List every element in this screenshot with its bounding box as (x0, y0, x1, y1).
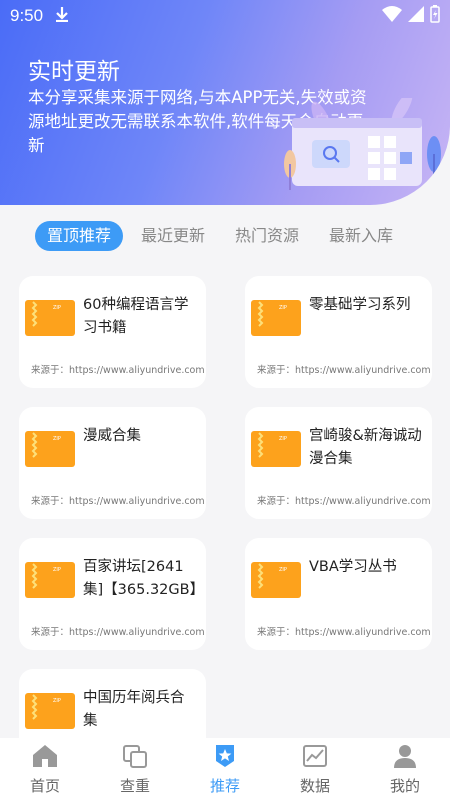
folder-icon: ZIP (25, 562, 75, 602)
folder-icon: ZIP (251, 562, 301, 602)
hero-title: 实时更新 (28, 58, 120, 84)
nav-duplicate-check[interactable]: 查重 (90, 738, 180, 800)
svg-text:ZIP: ZIP (279, 305, 287, 311)
resource-source: 来源于：https://www.aliyundrive.com (31, 365, 205, 376)
resource-name: 60种编程语言学习书籍 (83, 297, 189, 336)
status-time: 9:50 (10, 6, 44, 25)
svg-text:ZIP: ZIP (53, 436, 61, 442)
download-icon (55, 6, 69, 26)
resource-source: 来源于：https://www.aliyundrive.com (31, 496, 205, 507)
folder-icon: ZIP (25, 693, 75, 733)
folder-icon: ZIP (25, 300, 75, 340)
resource-card[interactable]: ZIP 百家讲坛[2641集]【365.32GB】 来源于：https://ww… (19, 538, 206, 650)
nav-mine[interactable]: 我的 (360, 738, 450, 800)
search-window-illustration (284, 98, 441, 190)
svg-text:ZIP: ZIP (279, 567, 287, 573)
nav-label: 查重 (119, 777, 150, 795)
category-tabs: 置顶推荐 最近更新 热门资源 最新入库 (0, 218, 450, 254)
battery-icon (430, 5, 440, 27)
svg-text:ZIP: ZIP (53, 698, 61, 704)
folder-icon: ZIP (251, 431, 301, 471)
resource-name: 零基础学习系列 (309, 297, 411, 313)
resource-card[interactable]: ZIP VBA学习丛书 来源于：https://www.aliyundrive.… (245, 538, 432, 650)
tab-recent[interactable]: 最近更新 (141, 221, 205, 251)
resource-source: 来源于：https://www.aliyundrive.com (257, 365, 431, 376)
resource-source: 来源于：https://www.aliyundrive.com (257, 496, 431, 507)
svg-text:ZIP: ZIP (279, 436, 287, 442)
signal-icon (408, 6, 424, 26)
resource-source: 来源于：https://www.aliyundrive.com (31, 627, 205, 638)
nav-label: 首页 (29, 777, 60, 795)
chart-icon (302, 744, 328, 772)
tab-pinned[interactable]: 置顶推荐 (35, 221, 124, 251)
svg-text:ZIP: ZIP (53, 567, 61, 573)
nav-label: 推荐 (209, 777, 240, 795)
resource-card[interactable]: ZIP 宫崎骏&新海诚动漫合集 来源于：https://www.aliyundr… (245, 407, 432, 519)
badge-star-icon (213, 744, 237, 772)
wifi-icon (382, 6, 402, 26)
resource-card[interactable]: ZIP 零基础学习系列 来源于：https://www.aliyundrive.… (245, 276, 432, 388)
folder-icon: ZIP (25, 431, 75, 471)
tab-popular[interactable]: 热门资源 (235, 221, 299, 251)
resource-name: 百家讲坛[2641集]【365.32GB】 (83, 559, 205, 598)
user-icon (393, 744, 417, 772)
nav-home[interactable]: 首页 (0, 738, 90, 800)
nav-label: 我的 (389, 777, 420, 795)
status-bar: 9:50 (0, 0, 450, 32)
bottom-navigation: 首页 查重 推荐 数据 我的 (0, 738, 450, 800)
tab-newest[interactable]: 最新入库 (329, 221, 393, 251)
resource-name: VBA学习丛书 (309, 559, 397, 575)
copy-icon (122, 744, 148, 772)
svg-text:ZIP: ZIP (53, 305, 61, 311)
home-icon (32, 744, 58, 772)
folder-icon: ZIP (251, 300, 301, 340)
resource-name: 中国历年阅兵合集 (83, 690, 185, 729)
resource-name: 宫崎骏&新海诚动漫合集 (309, 428, 422, 467)
nav-data[interactable]: 数据 (270, 738, 360, 800)
nav-recommend[interactable]: 推荐 (180, 738, 270, 800)
resource-name: 漫威合集 (83, 428, 141, 444)
resource-card[interactable]: ZIP 60种编程语言学习书籍 来源于：https://www.aliyundr… (19, 276, 206, 388)
resource-source: 来源于：https://www.aliyundrive.com (257, 627, 431, 638)
nav-label: 数据 (299, 777, 330, 795)
resource-card[interactable]: ZIP 漫威合集 来源于：https://www.aliyundrive.com (19, 407, 206, 519)
